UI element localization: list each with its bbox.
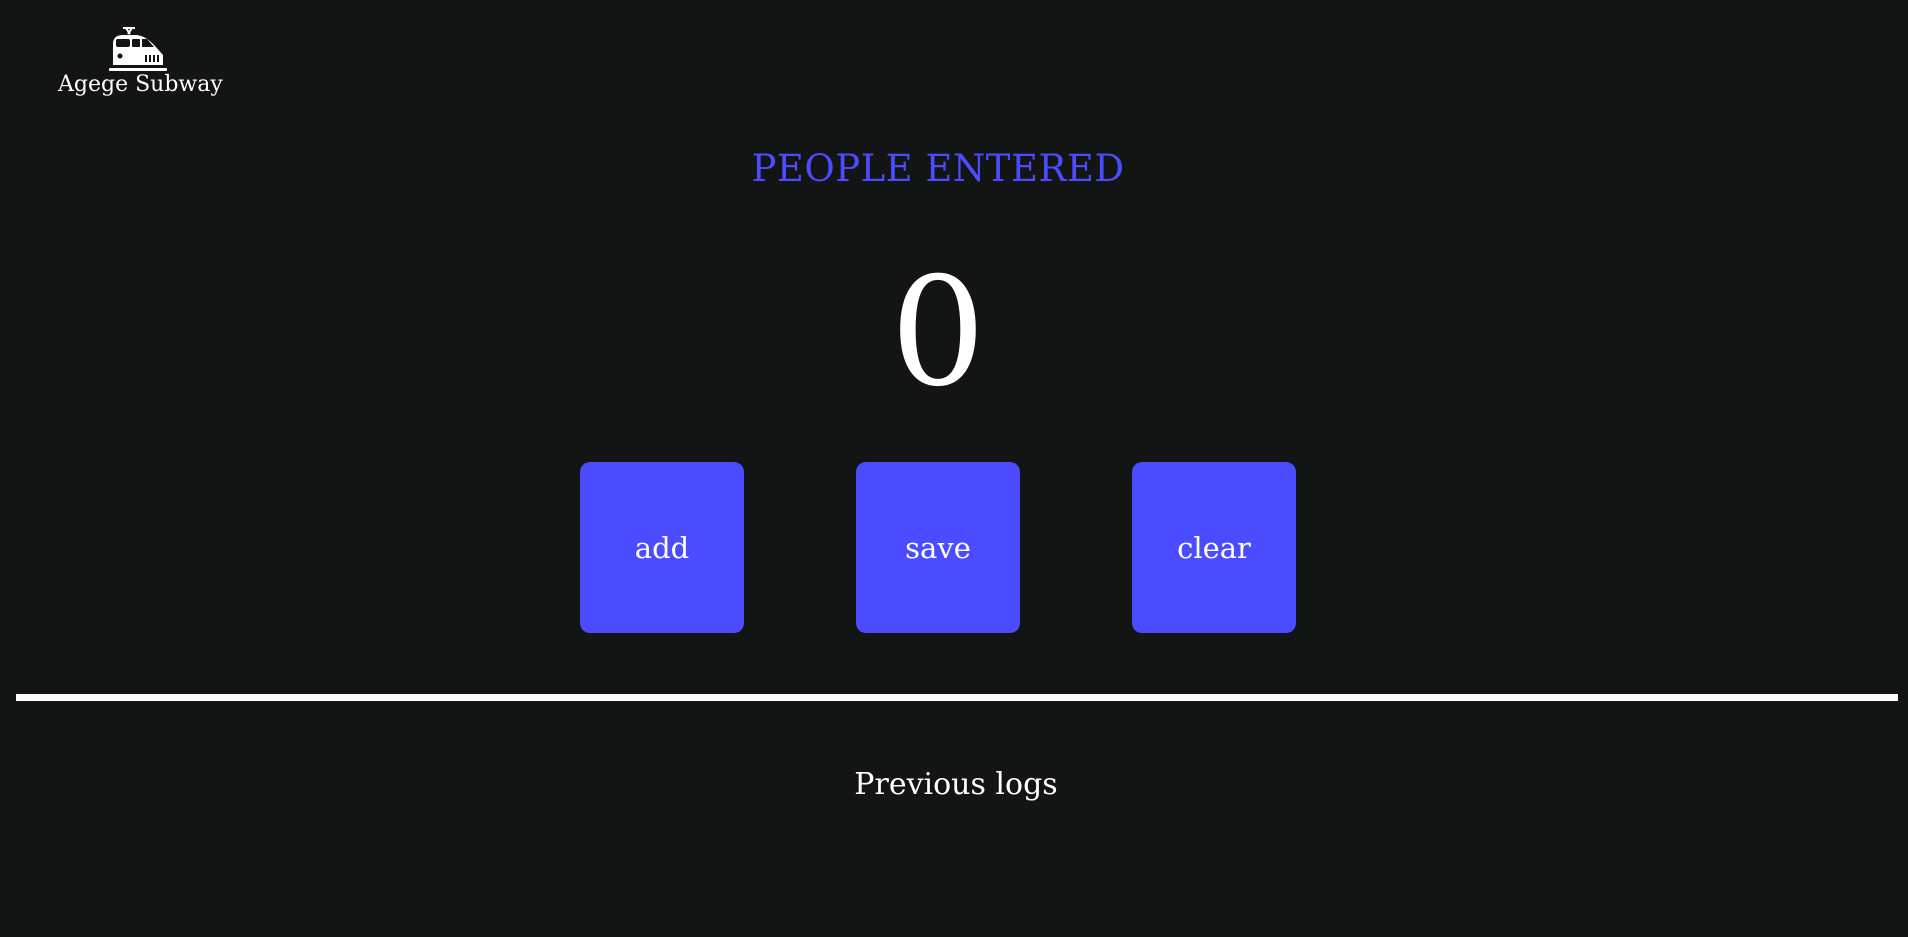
section-divider xyxy=(16,694,1898,701)
brand-logo[interactable]: Agege Subway xyxy=(58,24,223,97)
counter-title: PEOPLE ENTERED xyxy=(751,147,1125,190)
clear-button[interactable]: clear xyxy=(1132,462,1296,633)
add-button[interactable]: add xyxy=(580,462,744,633)
save-button[interactable]: save xyxy=(856,462,1020,633)
app-page: Agege Subway PEOPLE ENTERED 0 add save c… xyxy=(0,0,1908,937)
people-count: 0 xyxy=(890,246,986,420)
previous-logs-title: Previous logs xyxy=(854,767,1058,802)
brand-name: Agege Subway xyxy=(58,72,223,97)
train-icon xyxy=(109,27,167,71)
